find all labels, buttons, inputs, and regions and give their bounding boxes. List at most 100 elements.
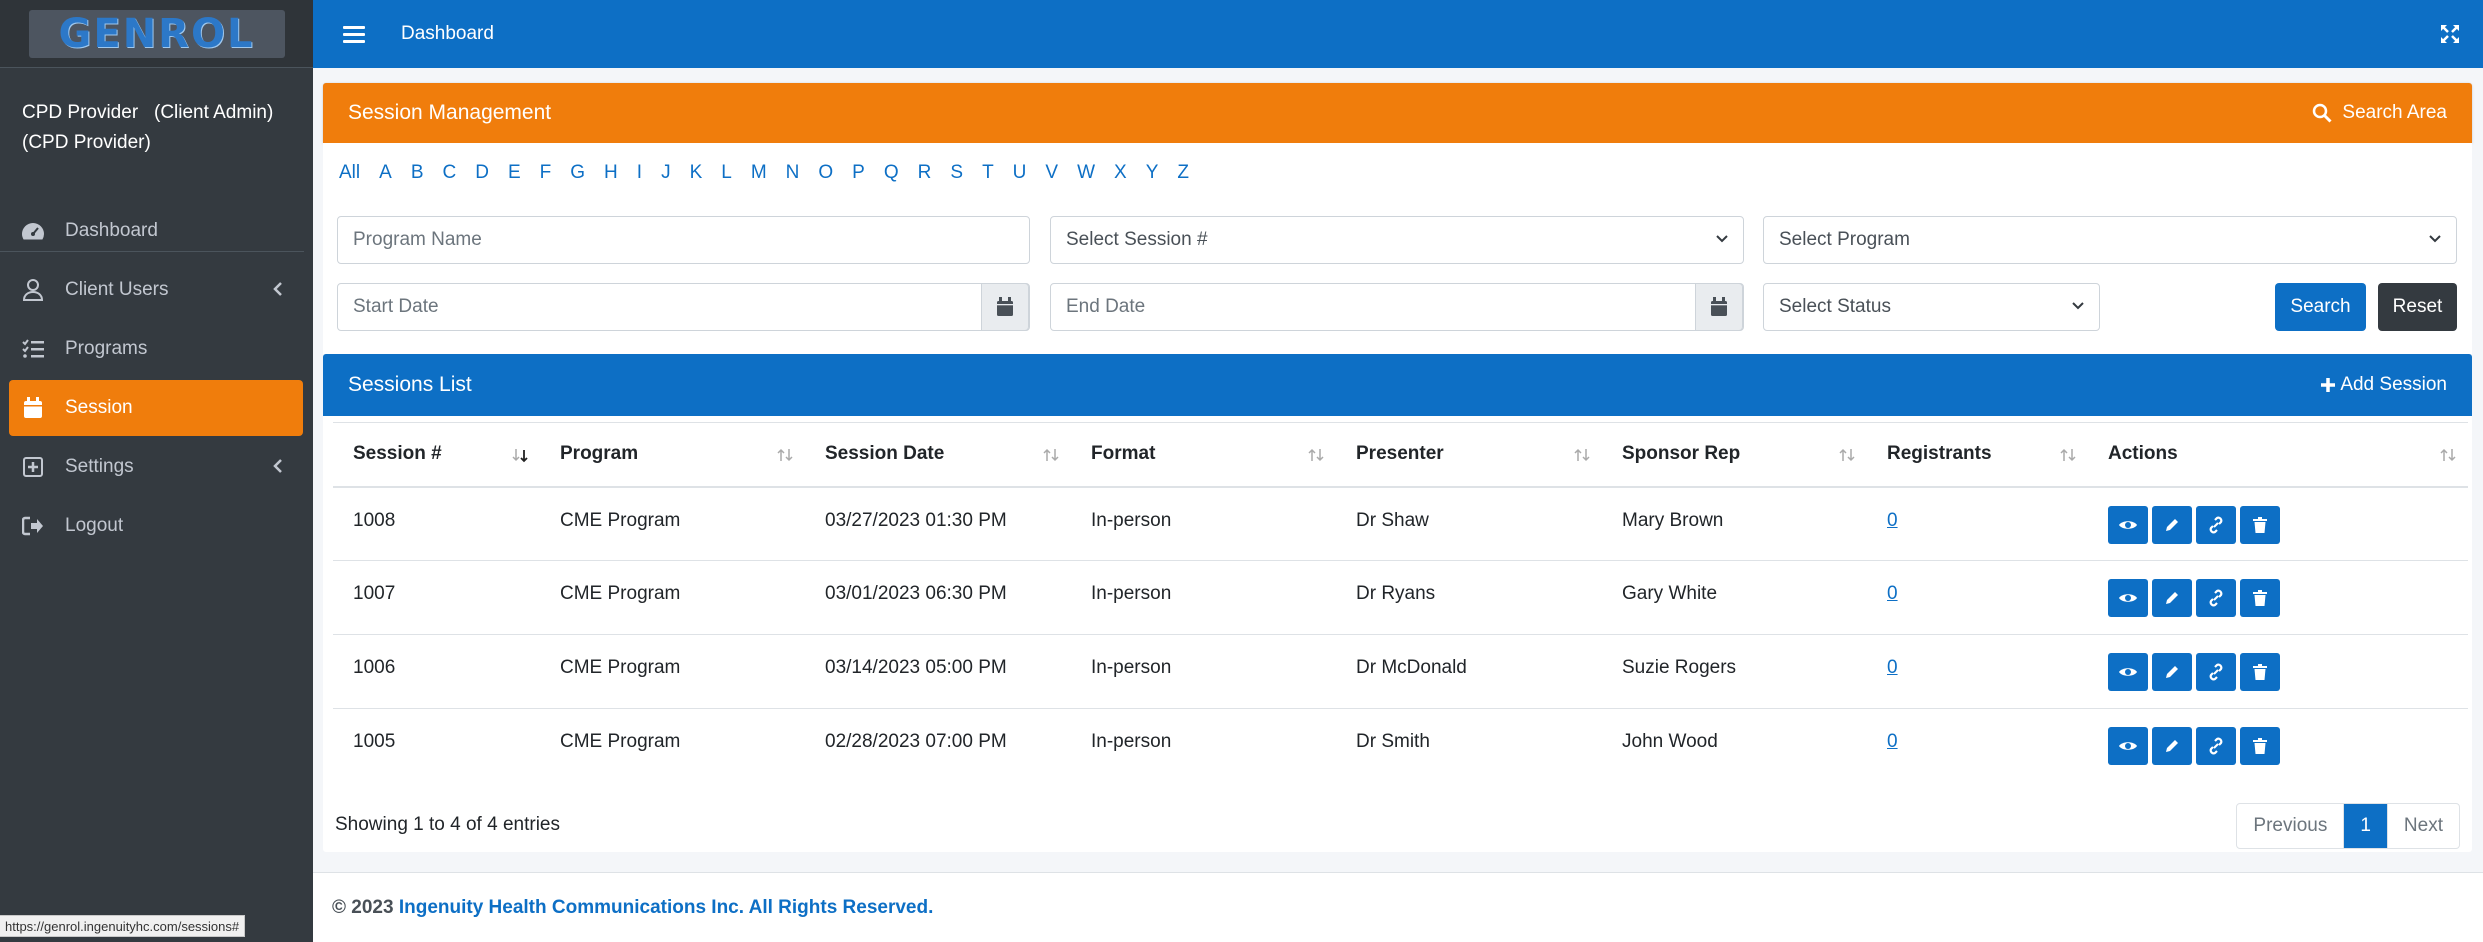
alpha-link[interactable]: B — [411, 162, 424, 184]
view-button[interactable] — [2108, 505, 2148, 544]
calendar-icon — [1711, 297, 1727, 316]
alpha-link[interactable]: O — [818, 162, 833, 184]
sidebar-item-dashboard[interactable]: Dashboard — [9, 203, 303, 259]
header-title[interactable]: Dashboard — [401, 23, 494, 45]
sidebar-item-logout[interactable]: Logout — [9, 498, 303, 554]
session-number-select[interactable]: Select Session # — [1050, 216, 1744, 264]
start-date-input[interactable]: Start Date — [337, 283, 1030, 331]
alpha-link[interactable]: M — [751, 162, 767, 184]
column-header-registrants[interactable]: Registrants — [1867, 422, 2088, 488]
alpha-link[interactable]: F — [540, 162, 552, 184]
link-button[interactable] — [2196, 579, 2236, 617]
edit-button[interactable] — [2152, 653, 2192, 691]
trash-icon — [2253, 738, 2267, 754]
edit-button[interactable] — [2152, 505, 2192, 544]
program-select[interactable]: Select Program — [1763, 216, 2457, 264]
footer: © 2023 Ingenuity Health Communications I… — [313, 872, 2483, 942]
column-header-presenter[interactable]: Presenter — [1336, 422, 1602, 488]
registrants-link[interactable]: 0 — [1887, 510, 1898, 531]
start-date-calendar-button[interactable] — [981, 283, 1029, 331]
alpha-link[interactable]: All — [339, 162, 360, 184]
dashboard-icon — [21, 219, 45, 243]
end-date-calendar-button[interactable] — [1695, 283, 1743, 331]
trash-icon — [2253, 664, 2267, 680]
alpha-link[interactable]: V — [1045, 162, 1058, 184]
alpha-link[interactable]: P — [852, 162, 865, 184]
cell-actions — [2088, 634, 2468, 709]
alpha-link[interactable]: W — [1077, 162, 1095, 184]
status-select[interactable]: Select Status — [1763, 283, 2100, 331]
sidebar: GENROL CPD Provider (Client Admin) (CPD … — [0, 0, 313, 942]
edit-button[interactable] — [2152, 727, 2192, 765]
view-button[interactable] — [2108, 727, 2148, 765]
registrants-link[interactable]: 0 — [1887, 583, 1898, 604]
cell-actions — [2088, 560, 2468, 635]
alpha-link[interactable]: Y — [1146, 162, 1159, 184]
link-button[interactable] — [2196, 653, 2236, 691]
calendar-icon — [21, 396, 45, 420]
alpha-link[interactable]: C — [443, 162, 457, 184]
cell-format: In-person — [1071, 634, 1336, 709]
program-name-input[interactable]: Program Name — [337, 216, 1030, 264]
alpha-link[interactable]: S — [950, 162, 963, 184]
cell-sponsor-rep: Gary White — [1602, 560, 1867, 635]
view-button[interactable] — [2108, 653, 2148, 691]
column-header-session-date[interactable]: Session Date — [805, 422, 1071, 488]
cell-sponsor-rep: John Wood — [1622, 731, 1718, 752]
alpha-link[interactable]: Q — [884, 162, 899, 184]
delete-button[interactable] — [2240, 505, 2280, 544]
sidebar-item-session[interactable]: Session — [9, 380, 303, 436]
registrants-link[interactable]: 0 — [1887, 657, 1898, 678]
link-button[interactable] — [2196, 727, 2236, 765]
alpha-link[interactable]: K — [690, 162, 703, 184]
alpha-link[interactable]: I — [637, 162, 642, 184]
alpha-link[interactable]: N — [786, 162, 800, 184]
alpha-link[interactable]: U — [1013, 162, 1027, 184]
column-header-format[interactable]: Format — [1071, 422, 1336, 488]
sidebar-item-client-users[interactable]: Client Users — [9, 262, 303, 318]
edit-button[interactable] — [2152, 579, 2192, 617]
eye-icon — [2119, 520, 2137, 529]
sidebar-nav: Dashboard Client Users Programs Session — [9, 203, 303, 557]
column-header-actions[interactable]: Actions — [2088, 422, 2468, 488]
delete-button[interactable] — [2240, 727, 2280, 765]
alpha-link[interactable]: Z — [1177, 162, 1189, 184]
sidebar-item-settings[interactable]: Settings — [9, 439, 303, 495]
pagination-next[interactable]: Next — [2386, 804, 2459, 848]
alpha-link[interactable]: R — [918, 162, 932, 184]
sort-icon — [777, 448, 793, 462]
eye-icon — [2119, 668, 2137, 676]
footer-company-link[interactable]: Ingenuity Health Communications Inc. All… — [399, 897, 934, 918]
alpha-link[interactable]: D — [475, 162, 489, 184]
sidebar-item-programs[interactable]: Programs — [9, 321, 303, 377]
alpha-link[interactable]: H — [604, 162, 618, 184]
alpha-link[interactable]: A — [379, 162, 392, 184]
pagination-page-current[interactable]: 1 — [2343, 804, 2387, 848]
user-role: (Client Admin) — [154, 102, 274, 123]
alpha-link[interactable]: X — [1114, 162, 1127, 184]
column-header-sponsor-rep[interactable]: Sponsor Rep — [1602, 422, 1867, 488]
registrants-link[interactable]: 0 — [1887, 731, 1898, 752]
end-date-input[interactable]: End Date — [1050, 283, 1744, 331]
search-area-toggle[interactable]: Search Area — [2312, 102, 2447, 124]
reset-button[interactable]: Reset — [2378, 283, 2457, 331]
add-session-button[interactable]: Add Session — [2320, 374, 2447, 396]
pagination-previous[interactable]: Previous — [2237, 804, 2343, 848]
column-header-session[interactable]: Session # — [333, 422, 540, 488]
view-button[interactable] — [2108, 579, 2148, 617]
alpha-link[interactable]: G — [570, 162, 585, 184]
fullscreen-icon[interactable] — [2439, 23, 2461, 45]
search-button[interactable]: Search — [2275, 283, 2366, 331]
delete-button[interactable] — [2240, 653, 2280, 691]
delete-button[interactable] — [2240, 579, 2280, 617]
link-button[interactable] — [2196, 505, 2236, 544]
cell-session-date: 03/27/2023 01:30 PM — [805, 486, 1071, 561]
alpha-link[interactable]: L — [721, 162, 732, 184]
column-header-program[interactable]: Program — [540, 422, 805, 488]
alpha-link[interactable]: J — [661, 162, 671, 184]
table-row: 1005 CME Program 02/28/2023 07:00 PM In-… — [333, 709, 2468, 783]
alpha-link[interactable]: E — [508, 162, 521, 184]
hamburger-menu-icon[interactable] — [343, 25, 365, 43]
logo[interactable]: GENROL — [28, 9, 285, 58]
alpha-link[interactable]: T — [982, 162, 994, 184]
